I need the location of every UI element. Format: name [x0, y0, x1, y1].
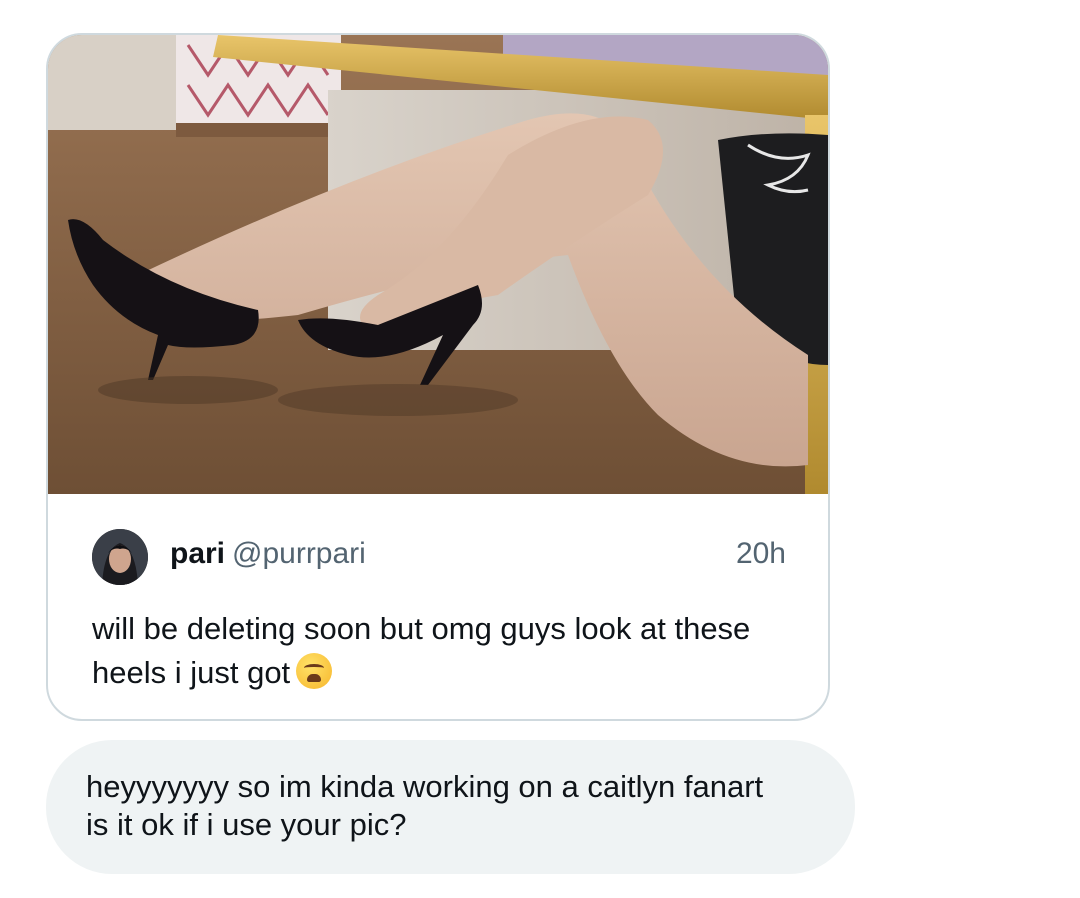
tweet-author-row: pari @purrpari 20h	[92, 529, 786, 585]
author-handle[interactable]: @purrpari	[232, 537, 366, 571]
tweet-text-block: will be deleting soon but omg guys look …	[92, 607, 772, 695]
tweet-text: will be deleting soon but omg guys look …	[92, 611, 751, 690]
tweet-photo[interactable]	[48, 35, 828, 494]
message-bubble[interactable]: heyyyyyyy so im kinda working on a caitl…	[46, 740, 855, 874]
tweet-timestamp[interactable]: 20h	[736, 537, 786, 571]
message-text: heyyyyyyy so im kinda working on a caitl…	[86, 769, 764, 842]
author-name[interactable]: pari	[170, 537, 225, 571]
author-avatar[interactable]	[92, 529, 148, 585]
quoted-tweet-card[interactable]: pari @purrpari 20h will be deleting soon…	[46, 33, 830, 721]
weary-face-icon	[296, 653, 333, 689]
